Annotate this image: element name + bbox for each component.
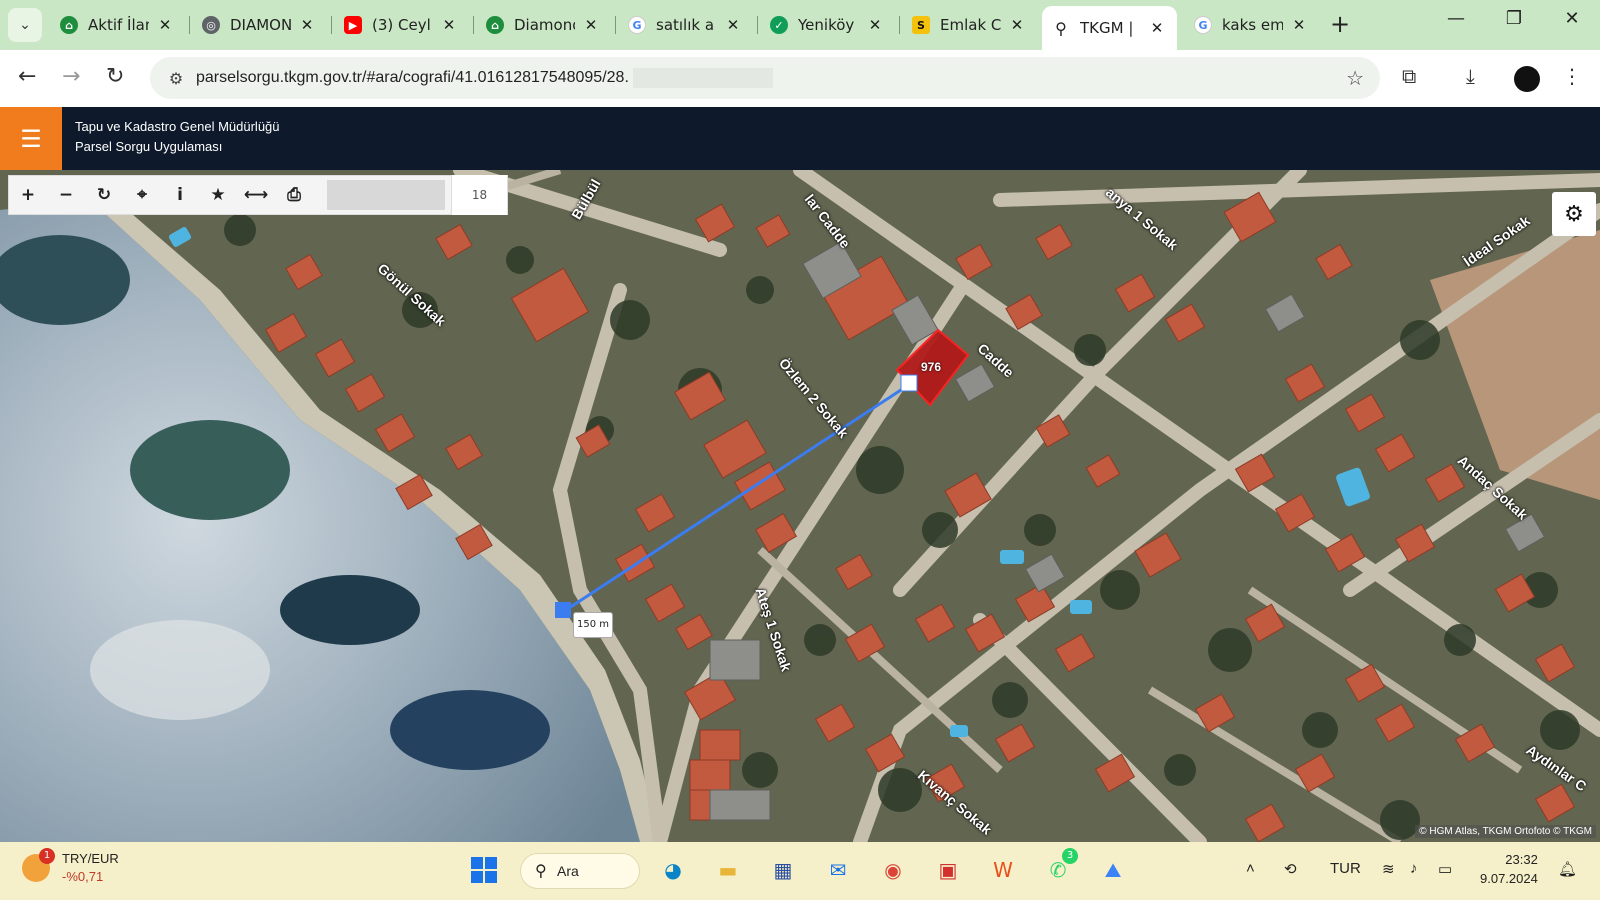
- currency-widget[interactable]: 1 TRY/EUR -%0,71: [22, 848, 119, 886]
- close-tab-icon[interactable]: ✕: [1147, 19, 1167, 37]
- chevron-up-icon[interactable]: ˄: [1246, 860, 1255, 877]
- map-settings-gear-icon[interactable]: ⚙: [1552, 192, 1596, 236]
- close-tab-icon[interactable]: ✕: [297, 16, 317, 34]
- chevron-down-icon: ⌄: [19, 17, 31, 33]
- system-clock[interactable]: 23:32 9.07.2024: [1480, 850, 1538, 888]
- locate-crosshair-icon[interactable]: ⌖: [123, 185, 161, 205]
- info-icon[interactable]: i: [161, 185, 199, 205]
- close-tab-icon[interactable]: ✕: [865, 16, 885, 34]
- taskbar-search-box[interactable]: ⚲ Ara: [520, 853, 640, 889]
- tab-aktif-ilan[interactable]: ⌂ Aktif İlan ✕: [50, 8, 185, 42]
- favorite-star-icon[interactable]: ★: [199, 185, 237, 205]
- url-blurred-region: [632, 68, 773, 88]
- house-icon: ⌂: [60, 16, 78, 34]
- tab-youtube[interactable]: ▶ (3) Ceyl ✕: [334, 8, 469, 42]
- office-icon[interactable]: W: [985, 852, 1021, 888]
- tab-emlak[interactable]: S Emlak C ✕: [902, 8, 1037, 42]
- address-bar[interactable]: ⚙ parselsorgu.tkgm.gov.tr/#ara/cografi/4…: [150, 57, 1380, 99]
- tab-tkgm[interactable]: ⚲ TKGM | ✕: [1042, 6, 1177, 50]
- chrome-icon[interactable]: ◉: [875, 852, 911, 888]
- close-tab-icon[interactable]: ✕: [723, 16, 743, 34]
- bookmark-star-icon[interactable]: ☆: [1346, 66, 1364, 90]
- back-arrow-icon[interactable]: ←: [18, 64, 36, 89]
- search-icon: ⚲: [535, 863, 547, 880]
- app-title-line1: Tapu ve Kadastro Genel Müdürlüğü: [75, 119, 280, 134]
- measure-distance-label: 150 m: [573, 612, 613, 638]
- sync-icon[interactable]: ⟲: [1284, 860, 1297, 878]
- whatsapp-icon[interactable]: ✆ 3: [1040, 848, 1078, 888]
- edge-browser-icon[interactable]: ◕: [655, 852, 691, 888]
- globe-icon: ◎: [202, 16, 220, 34]
- forward-arrow-icon[interactable]: →: [62, 64, 80, 89]
- menu-dots-icon[interactable]: ⋮: [1562, 64, 1582, 88]
- close-tab-icon[interactable]: ✕: [1007, 16, 1027, 34]
- profile-avatar[interactable]: [1514, 66, 1540, 92]
- whatsapp-badge: 3: [1062, 848, 1078, 864]
- satellite-map[interactable]: Bülbül lar Cadde anya 1 Sokak İdeal Soka…: [0, 170, 1600, 842]
- tab-diamond-2[interactable]: ⌂ Diamond ✕: [476, 8, 611, 42]
- google-icon: G: [628, 16, 646, 34]
- currency-pair-label: TRY/EUR: [62, 851, 119, 866]
- tab-satilik[interactable]: G satılık a ✕: [618, 8, 753, 42]
- currency-change-label: -%0,71: [62, 869, 104, 884]
- hamburger-menu-icon[interactable]: ☰: [0, 107, 62, 170]
- restore-button[interactable]: ❐: [1494, 8, 1534, 29]
- url-text: parselsorgu.tkgm.gov.tr/#ara/cografi/41.…: [196, 69, 629, 86]
- photos-icon[interactable]: ⛰: [1095, 852, 1131, 888]
- print-icon[interactable]: ⎙: [275, 185, 313, 205]
- mail-icon[interactable]: ✉: [820, 852, 856, 888]
- map-toolbar: + − ↻ ⌖ i ★ ⟷ ⎙ 18: [8, 175, 508, 215]
- volume-icon[interactable]: ♪: [1410, 860, 1418, 877]
- youtube-icon: ▶: [344, 16, 362, 34]
- file-explorer-icon[interactable]: ▬: [710, 852, 746, 888]
- map-imagery: [0, 170, 1600, 842]
- close-tab-icon[interactable]: ✕: [155, 16, 175, 34]
- map-pin-icon: ⚲: [1055, 18, 1067, 38]
- language-indicator[interactable]: TUR: [1330, 860, 1361, 877]
- close-tab-icon[interactable]: ✕: [439, 16, 459, 34]
- site-settings-icon[interactable]: ⚙: [156, 69, 196, 88]
- wifi-icon[interactable]: ≋: [1382, 860, 1395, 878]
- notification-bell-icon[interactable]: 🔔︎: [1558, 860, 1577, 878]
- store-icon[interactable]: ▦: [765, 852, 801, 888]
- tab-search-button[interactable]: ⌄: [8, 8, 42, 42]
- app-header: ☰ Tapu ve Kadastro Genel Müdürlüğü Parse…: [0, 107, 1600, 170]
- house-icon: ⌂: [486, 16, 504, 34]
- currency-widget-icon: 1: [22, 848, 55, 882]
- refresh-icon[interactable]: ↻: [85, 185, 123, 205]
- measure-end-handle[interactable]: [555, 602, 571, 618]
- browser-toolbar: ← → ↻ ⚙ parselsorgu.tkgm.gov.tr/#ara/cog…: [0, 50, 1600, 107]
- measure-icon[interactable]: ⟷: [237, 185, 275, 205]
- new-tab-button[interactable]: +: [1330, 10, 1350, 38]
- zoom-level-display: 18: [451, 175, 507, 215]
- widget-badge: 1: [39, 848, 55, 864]
- parcel-number-label: 976: [921, 360, 942, 374]
- zoom-in-icon[interactable]: +: [9, 185, 47, 205]
- tab-yenikoy[interactable]: ✓ Yeniköy ✕: [760, 8, 895, 42]
- close-tab-icon[interactable]: ✕: [581, 16, 601, 34]
- tab-kaks[interactable]: G kaks em ✕: [1184, 8, 1319, 42]
- browser-tab-strip: ⌄ ⌂ Aktif İlan ✕ ◎ DIAMOND ✕ ▶ (3) Ceyl …: [0, 0, 1600, 50]
- download-icon[interactable]: ⤓: [1466, 64, 1475, 88]
- google-icon: G: [1194, 16, 1212, 34]
- battery-icon[interactable]: ▭: [1438, 860, 1452, 878]
- map-search-input[interactable]: [327, 180, 445, 210]
- check-icon: ✓: [770, 16, 788, 34]
- extensions-icon[interactable]: ⧉: [1402, 64, 1416, 88]
- reload-icon[interactable]: ↻: [106, 64, 124, 89]
- close-tab-icon[interactable]: ✕: [1289, 16, 1309, 34]
- zoom-out-icon[interactable]: −: [47, 185, 85, 205]
- minimize-button[interactable]: —: [1436, 8, 1476, 29]
- map-attribution: © HGM Atlas, TKGM Ortofoto © TKGM: [1415, 825, 1596, 838]
- windows-taskbar: 1 TRY/EUR -%0,71 ⚲ Ara ◕ ▬ ▦ ✉ ◉ ▣ W ✆ 3…: [0, 842, 1600, 900]
- app-title-line2: Parsel Sorgu Uygulaması: [75, 139, 223, 154]
- measure-start-handle[interactable]: [900, 374, 918, 392]
- s-icon: S: [912, 16, 930, 34]
- pdf-reader-icon[interactable]: ▣: [930, 852, 966, 888]
- windows-start-icon[interactable]: [466, 852, 502, 888]
- tab-diamond-1[interactable]: ◎ DIAMOND ✕: [192, 8, 327, 42]
- close-window-button[interactable]: ✕: [1552, 8, 1592, 29]
